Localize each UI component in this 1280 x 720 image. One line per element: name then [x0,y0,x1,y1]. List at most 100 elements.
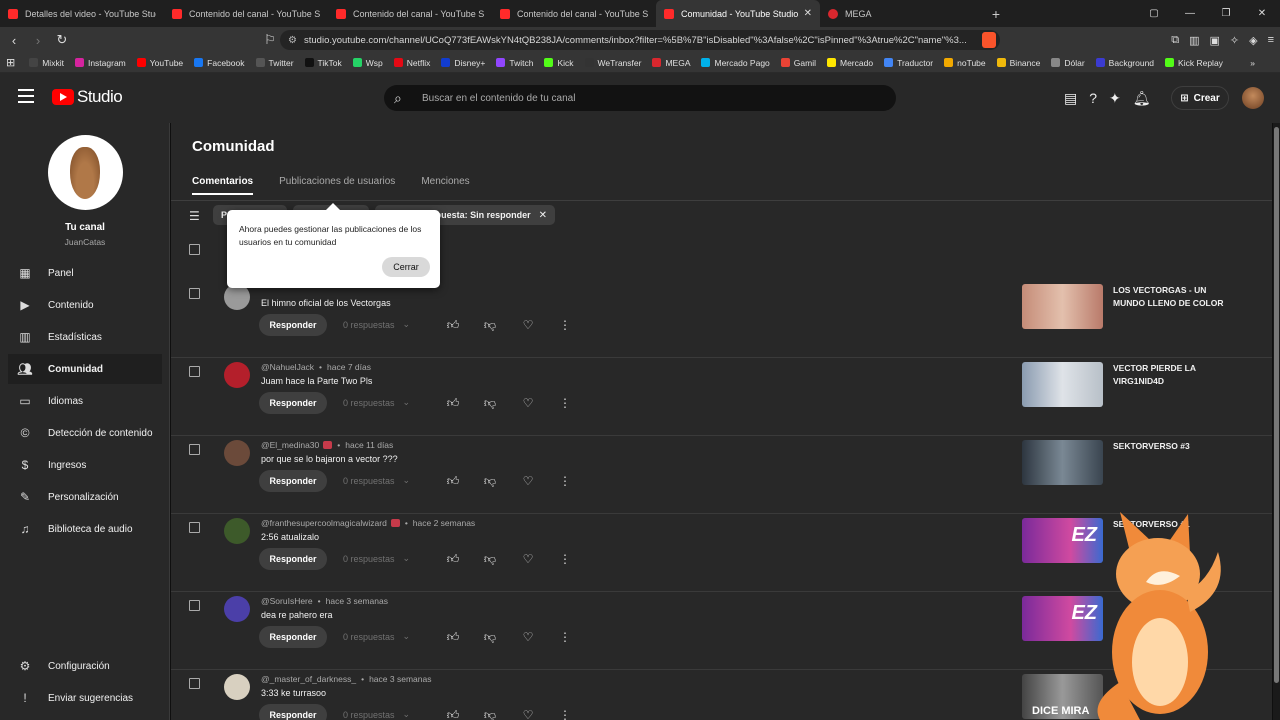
video-thumbnail[interactable] [1022,284,1103,329]
sparkle-icon[interactable]: ✦ [1109,90,1121,107]
sidebar-item-feedback[interactable]: ! Enviar sugerencias [8,683,162,713]
menu-icon[interactable] [18,89,34,103]
like-icon[interactable]: 👍︎ [446,396,460,411]
reply-button[interactable]: Responder [259,548,327,570]
bookmark-item[interactable]: Kick Replay [1165,58,1223,68]
create-button[interactable]: ⊞ Crear [1171,86,1229,110]
sidebar-item-customization[interactable]: ✎ Personalización [8,482,162,512]
sidebar-item-analytics[interactable]: ▥ Estadísticas [8,322,162,352]
comment-author[interactable]: @NahuelJack [261,362,314,372]
replies-toggle[interactable]: 0 respuestas ⌄ [343,631,410,642]
bookmark-item[interactable]: Twitch [496,58,533,68]
row-checkbox[interactable] [189,444,200,455]
row-checkbox[interactable] [189,678,200,689]
studio-logo[interactable]: Studio [52,87,123,107]
apps-icon[interactable]: ⊞ [6,56,15,69]
new-tab-button[interactable]: + [984,6,1008,22]
replies-toggle[interactable]: 0 respuestas ⌄ [343,553,410,564]
bookmark-item[interactable]: noTube [944,58,986,68]
heart-icon[interactable]: ♡ [521,318,535,332]
remove-filter-icon[interactable]: ✕ [539,210,547,221]
sidebar-item-audio-library[interactable]: ♫ Biblioteca de audio [8,514,162,544]
notifications-icon[interactable]: 🔔︎ [1133,90,1151,107]
more-bookmarks-icon[interactable]: » [1250,58,1255,68]
dislike-icon[interactable]: 👎︎ [483,708,497,720]
replies-toggle[interactable]: 0 respuestas ⌄ [343,709,410,720]
bookmark-item[interactable]: Background [1095,58,1154,68]
bookmark-item[interactable]: Mercado Pago [701,58,770,68]
dislike-icon[interactable]: 👎︎ [483,318,497,333]
browser-tab-active[interactable]: Comunidad - YouTube Studio ✕ [656,0,820,27]
more-options-icon[interactable]: ⋮ [558,318,572,332]
forward-icon[interactable]: › [28,33,48,48]
commenter-avatar[interactable] [224,440,250,466]
browser-tab[interactable]: Contenido del canal - YouTube Studio [164,0,328,27]
commenter-avatar[interactable] [224,596,250,622]
leo-ai-icon[interactable]: ✧ [1230,34,1239,47]
video-title[interactable]: SEKTORVERSO #3 [1113,440,1233,453]
row-checkbox[interactable] [189,288,200,299]
bookmark-item[interactable]: Instagram [74,58,126,68]
bookmark-item[interactable]: Twitter [255,58,294,68]
bookmark-item[interactable]: MEGA [652,58,690,68]
sidebar-item-community[interactable]: 👥︎ Comunidad [8,354,162,384]
sidebar-item-content[interactable]: ▶ Contenido [8,290,162,320]
like-icon[interactable]: 👍︎ [446,318,460,333]
like-icon[interactable]: 👍︎ [446,474,460,489]
reload-icon[interactable]: ↻ [52,32,72,48]
commenter-avatar[interactable] [224,674,250,700]
site-info-icon[interactable]: ⚙ [288,35,297,46]
select-all-checkbox[interactable] [189,244,200,255]
heart-icon[interactable]: ♡ [521,474,535,488]
heart-icon[interactable]: ♡ [521,708,535,720]
tab-search-icon[interactable]: ▢ [1136,8,1172,19]
video-thumbnail[interactable] [1022,362,1103,407]
commenter-avatar[interactable] [224,362,250,388]
comment-author[interactable]: @El_medina30 [261,440,319,450]
comment-author[interactable]: @franthesupercoolmagicalwizard [261,518,387,528]
reply-button[interactable]: Responder [259,314,327,336]
bookmark-item[interactable]: Dólar [1051,58,1085,68]
bookmark-item[interactable]: TikTok [304,58,342,68]
comments-icon[interactable]: ▤ [1064,90,1077,107]
bookmark-item[interactable]: Binance [996,58,1040,68]
bookmark-item[interactable]: Traductor [884,58,933,68]
like-icon[interactable]: 👍︎ [446,630,460,645]
sidebar-item-languages[interactable]: ▭ Idiomas [8,386,162,416]
row-checkbox[interactable] [189,522,200,533]
page-scrollbar[interactable] [1273,123,1280,720]
bookmark-icon[interactable]: ⚐ [260,32,280,48]
bookmark-item[interactable]: Netflix [393,58,430,68]
comment-author[interactable]: @SoruIsHere [261,596,313,606]
help-icon[interactable]: ? [1089,90,1097,107]
replies-toggle[interactable]: 0 respuestas ⌄ [343,319,410,330]
scrollbar-thumb[interactable] [1274,127,1279,683]
more-options-icon[interactable]: ⋮ [558,630,572,644]
browser-tab[interactable]: Contenido del canal - YouTube Studio [328,0,492,27]
channel-avatar[interactable] [48,135,123,210]
dislike-icon[interactable]: 👎︎ [483,552,497,567]
comment-author[interactable]: @_master_of_darkness_ [261,674,356,684]
browser-tab[interactable]: MEGA [820,0,984,27]
bookmark-item[interactable]: Facebook [194,58,245,68]
reply-button[interactable]: Responder [259,470,327,492]
bookmark-item[interactable]: Wsp [352,58,383,68]
account-avatar[interactable] [1242,87,1264,109]
filter-icon[interactable]: ☰ [189,209,200,223]
close-tab-icon[interactable]: ✕ [804,8,812,19]
popup-close-button[interactable]: Cerrar [382,257,430,277]
bookmark-item[interactable]: YouTube [136,58,183,68]
browser-tab[interactable]: Detalles del video - YouTube Studio [0,0,164,27]
more-options-icon[interactable]: ⋮ [558,396,572,410]
like-icon[interactable]: 👍︎ [446,708,460,720]
more-options-icon[interactable]: ⋮ [558,552,572,566]
screenshot-icon[interactable]: ⧉ [1171,34,1179,47]
row-checkbox[interactable] [189,600,200,611]
sidebar-icon[interactable]: ▥ [1189,34,1199,47]
like-icon[interactable]: 👍︎ [446,552,460,567]
tab-user-posts[interactable]: Publicaciones de usuarios [279,176,395,195]
tab-mentions[interactable]: Menciones [421,176,469,195]
wallet-icon[interactable]: ▣ [1209,34,1219,47]
back-icon[interactable]: ‹ [4,33,24,48]
bookmark-item[interactable]: Disney+ [441,58,485,68]
